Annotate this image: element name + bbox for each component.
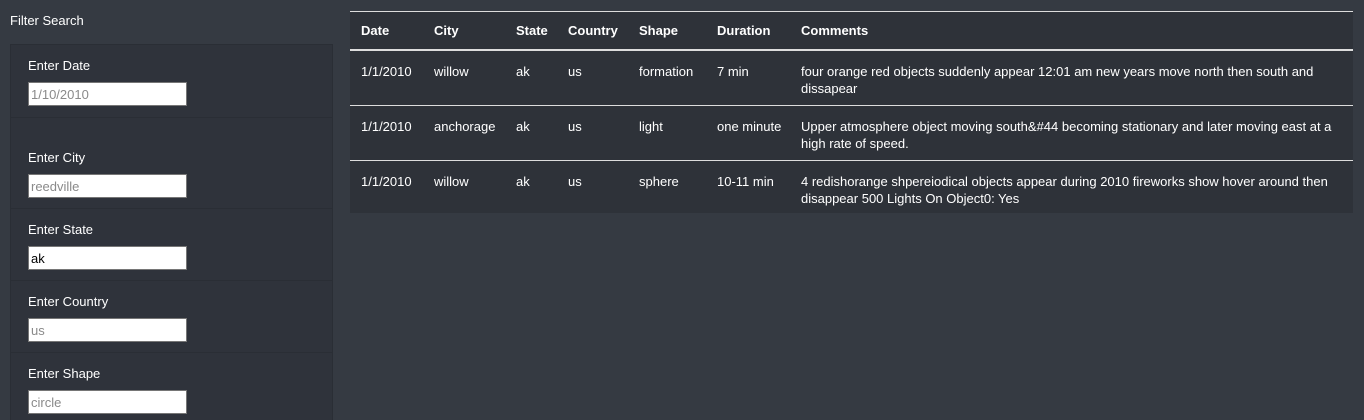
- cell-city: willow: [423, 160, 505, 215]
- cell-duration: one minute: [706, 105, 790, 161]
- table-header-row: Date City State Country Shape Duration C…: [350, 12, 1353, 51]
- filter-item-state: Enter State: [11, 209, 332, 281]
- table-row: 1/1/2010 willow ak us sphere 10-11 min 4…: [350, 160, 1353, 215]
- cell-shape: light: [628, 105, 706, 161]
- filter-item-country: Enter Country: [11, 281, 332, 353]
- state-input[interactable]: [28, 246, 187, 270]
- filter-label-state: Enter State: [28, 222, 94, 237]
- cell-state: ak: [505, 160, 557, 215]
- city-input[interactable]: [28, 174, 187, 198]
- cell-country: us: [557, 160, 628, 215]
- table-row: 1/1/2010 anchorage ak us light one minut…: [350, 105, 1353, 161]
- cell-duration: 7 min: [717, 64, 749, 79]
- filter-item-shape: Enter Shape: [11, 353, 332, 420]
- column-header-date: Date: [350, 12, 423, 51]
- cell-state: ak: [505, 105, 557, 161]
- filter-item-date: Enter Date: [11, 45, 332, 118]
- column-header-shape: Shape: [628, 12, 706, 51]
- cell-city: willow: [434, 64, 469, 79]
- column-header-city: City: [423, 12, 505, 51]
- cell-state: ak: [516, 64, 530, 79]
- cell-duration: 10-11 min: [706, 160, 790, 215]
- column-header-duration: Duration: [706, 12, 790, 51]
- filter-label-shape: Enter Shape: [28, 366, 101, 381]
- filter-sidebar: Filter Search Enter Date Enter City Ente…: [0, 0, 340, 420]
- filter-label-city: Enter City: [28, 150, 86, 165]
- filter-label-date: Enter Date: [28, 58, 91, 73]
- column-header-comments: Comments: [790, 12, 1353, 51]
- column-header-state: State: [505, 12, 557, 51]
- filter-heading: Filter Search: [10, 13, 84, 28]
- cell-date: 1/1/2010: [350, 105, 423, 161]
- table-row: 1/1/2010 willow ak us formation 7 min fo…: [350, 50, 1353, 106]
- shape-input[interactable]: [28, 390, 187, 414]
- cell-comments: four orange red objects suddenly appear …: [801, 64, 1314, 96]
- results-table: Date City State Country Shape Duration C…: [350, 12, 1353, 215]
- cell-date: 1/1/2010: [350, 160, 423, 215]
- cell-shape: sphere: [628, 160, 706, 215]
- country-input[interactable]: [28, 318, 187, 342]
- filter-list: Enter Date Enter City Enter State Enter …: [10, 44, 333, 420]
- cell-shape: formation: [639, 64, 694, 79]
- cell-comments: Upper atmosphere object moving south&#44…: [790, 105, 1353, 161]
- cell-country: us: [568, 64, 582, 79]
- column-header-country: Country: [557, 12, 628, 51]
- cell-city: anchorage: [423, 105, 505, 161]
- cell-comments: 4 redishorange shpereiodical objects app…: [790, 160, 1353, 215]
- filter-item-city: Enter City: [11, 117, 332, 209]
- cell-country: us: [557, 105, 628, 161]
- date-input[interactable]: [28, 82, 187, 106]
- page: Filter Search Enter Date Enter City Ente…: [0, 0, 1364, 420]
- filter-label-country: Enter Country: [28, 294, 109, 309]
- cell-date: 1/1/2010: [361, 64, 412, 79]
- results-table-container: Date City State Country Shape Duration C…: [350, 11, 1353, 215]
